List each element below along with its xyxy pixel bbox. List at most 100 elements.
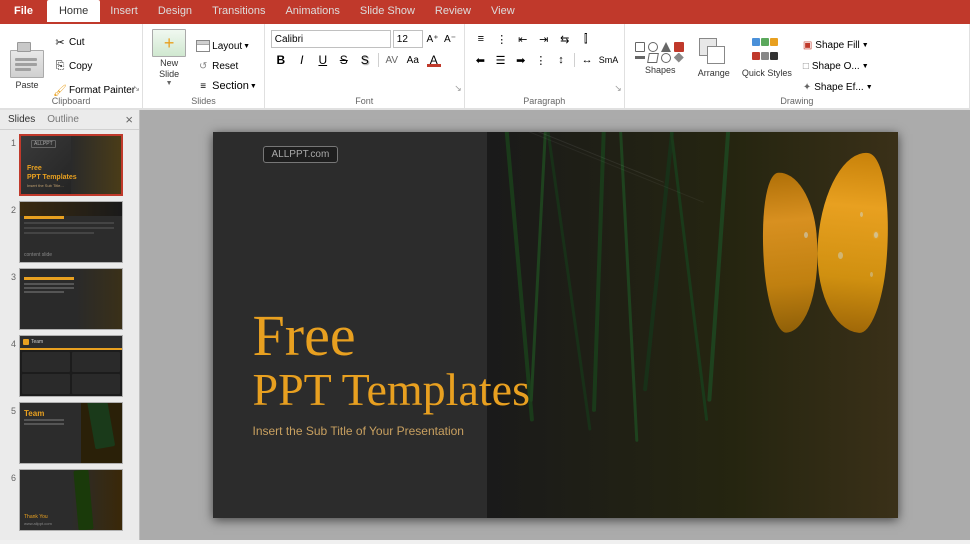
new-slide-label: NewSlide	[159, 58, 179, 80]
paste-icon	[10, 42, 44, 78]
slides-group: + NewSlide ▼ Layout ▼ ↺ Reset ≡	[143, 24, 265, 108]
layout-button[interactable]: Layout ▼	[193, 37, 260, 55]
shape-fill-icon: ▣	[803, 40, 812, 51]
slide-title-line1: Free	[253, 307, 530, 365]
arrange-label: Arrange	[698, 68, 730, 78]
shape-outline-label: Shape O...	[812, 61, 860, 72]
underline-button[interactable]: U	[313, 51, 333, 69]
section-button[interactable]: ≡ Section ▼	[193, 77, 260, 95]
bold-button[interactable]: B	[271, 51, 291, 69]
font-size-decrease-button[interactable]: A⁻	[442, 30, 458, 48]
arrange-button[interactable]: Arrange	[692, 27, 736, 89]
slides-small-buttons: Layout ▼ ↺ Reset ≡ Section ▼	[193, 27, 260, 105]
shape-fill-label: Shape Fill	[815, 40, 859, 51]
justify-button[interactable]: ⋮	[531, 51, 550, 69]
reset-button[interactable]: ↺ Reset	[193, 57, 260, 75]
shape-effects-label: Shape Ef...	[814, 82, 863, 93]
slide-number: 1	[4, 138, 16, 148]
font-row1: A⁺ A⁻	[271, 30, 458, 48]
shapes-button[interactable]: Shapes	[629, 27, 692, 89]
tab-transitions[interactable]: Transitions	[202, 0, 275, 22]
slide-number: 6	[4, 473, 16, 483]
clipboard-group: Paste ✂ Cut ⎘ Copy 🖌 Format Painter ↘ Cl…	[0, 24, 143, 108]
tab-review[interactable]: Review	[425, 0, 481, 22]
line-spacing-button[interactable]: ↕	[551, 51, 570, 69]
panel-close-button[interactable]: ×	[123, 112, 135, 127]
tab-design[interactable]: Design	[148, 0, 202, 22]
font-name-input[interactable]	[271, 30, 391, 48]
font-label: Font	[265, 96, 464, 106]
italic-button[interactable]: I	[292, 51, 312, 69]
clipboard-label: Clipboard	[0, 96, 142, 106]
reset-label: Reset	[212, 61, 238, 72]
stage: ALLPPT.com Free PPT Templates Insert the…	[140, 110, 970, 540]
bullet-list-button[interactable]: ≡	[471, 30, 491, 48]
shape-options: ▣ Shape Fill ▼ □ Shape O... ▼ ✦ Shape Ef…	[800, 27, 876, 105]
font-color-button[interactable]: A	[424, 51, 444, 69]
font-spacing-button[interactable]: AV	[382, 51, 402, 69]
slide-number: 5	[4, 406, 16, 416]
font-case-button[interactable]: Aa	[403, 51, 423, 69]
shape-outline-button[interactable]: □ Shape O... ▼	[800, 57, 876, 75]
paragraph-expand[interactable]: ↘	[614, 83, 622, 94]
number-list-button[interactable]: ⋮	[492, 30, 512, 48]
main-slide[interactable]: ALLPPT.com Free PPT Templates Insert the…	[213, 132, 898, 518]
file-tab[interactable]: File	[0, 0, 47, 22]
shadow-button[interactable]: S	[355, 51, 375, 69]
shape-effects-button[interactable]: ✦ Shape Ef... ▼	[800, 78, 876, 96]
tab-animations[interactable]: Animations	[275, 0, 349, 22]
scissors-icon: ✂	[53, 35, 67, 49]
new-slide-button[interactable]: + NewSlide ▼	[147, 27, 191, 89]
tab-home[interactable]: Home	[47, 0, 100, 22]
paste-button[interactable]: Paste	[4, 27, 50, 105]
tab-slideshow[interactable]: Slide Show	[350, 0, 425, 22]
tab-view[interactable]: View	[481, 0, 525, 22]
align-left-button[interactable]: ⬅	[471, 51, 490, 69]
quick-styles-button[interactable]: Quick Styles	[736, 27, 798, 89]
shapes-grid-icon	[635, 42, 686, 63]
align-center-button[interactable]: ☰	[491, 51, 510, 69]
ribbon-body: Paste ✂ Cut ⎘ Copy 🖌 Format Painter ↘ Cl…	[0, 22, 970, 110]
convert-smartart-button[interactable]: SmA	[598, 51, 618, 69]
copy-button[interactable]: ⎘ Copy	[50, 55, 138, 77]
columns-button[interactable]: ⫿	[576, 30, 596, 48]
slide-nature-bg	[487, 132, 898, 518]
copy-label: Copy	[69, 61, 92, 72]
slides-label: Slides	[143, 96, 264, 106]
slide-number: 4	[4, 339, 16, 349]
new-slide-icon: +	[152, 29, 186, 57]
text-direction-button[interactable]: ↔	[578, 51, 597, 69]
paste-label: Paste	[15, 80, 38, 90]
clipboard-expand[interactable]: ↘	[133, 83, 141, 94]
indent-increase-button[interactable]: ⇥	[534, 30, 554, 48]
paragraph-group: ≡ ⋮ ⇤ ⇥ ⇆ ⫿ ⬅ ☰ ➡ ⋮ ↕ ↔ SmA ↘ Paragraph	[465, 24, 625, 108]
font-expand[interactable]: ↘	[454, 83, 462, 94]
format-painter-label: Format Painter	[69, 85, 135, 96]
format-painter-icon: 🖌	[53, 83, 67, 97]
slide-thumb[interactable]: 6 Thank You www.allppt.com	[4, 469, 135, 531]
copy-icon: ⎘	[53, 59, 67, 73]
strikethrough-button[interactable]: S	[334, 51, 354, 69]
slide-panel: Slides Outline × 1 FreePPT Templates Ins…	[0, 110, 140, 540]
rtl-button[interactable]: ⇆	[555, 30, 575, 48]
cut-button[interactable]: ✂ Cut	[50, 31, 138, 53]
slide-thumb[interactable]: 2 content slide	[4, 201, 135, 263]
drawing-label: Drawing	[625, 96, 969, 106]
slide-thumb[interactable]: 5 Team	[4, 402, 135, 464]
slides-tab[interactable]: Slides	[4, 113, 39, 126]
indent-decrease-button[interactable]: ⇤	[513, 30, 533, 48]
font-size-increase-button[interactable]: A⁺	[425, 30, 441, 48]
title-bar: File Home Insert Design Transitions Anim…	[0, 0, 970, 110]
slide-thumb[interactable]: 1 FreePPT Templates Insert the Sub Title…	[4, 134, 135, 196]
reset-icon: ↺	[196, 59, 210, 73]
section-icon: ≡	[196, 79, 210, 93]
quick-styles-label: Quick Styles	[742, 68, 792, 79]
shape-fill-button[interactable]: ▣ Shape Fill ▼	[800, 36, 876, 54]
paragraph-label: Paragraph	[465, 96, 624, 106]
outline-tab[interactable]: Outline	[43, 113, 83, 126]
font-size-input[interactable]	[393, 30, 423, 48]
align-right-button[interactable]: ➡	[511, 51, 530, 69]
slide-thumb[interactable]: 4 Team	[4, 335, 135, 397]
slide-thumb[interactable]: 3	[4, 268, 135, 330]
tab-insert[interactable]: Insert	[100, 0, 148, 22]
